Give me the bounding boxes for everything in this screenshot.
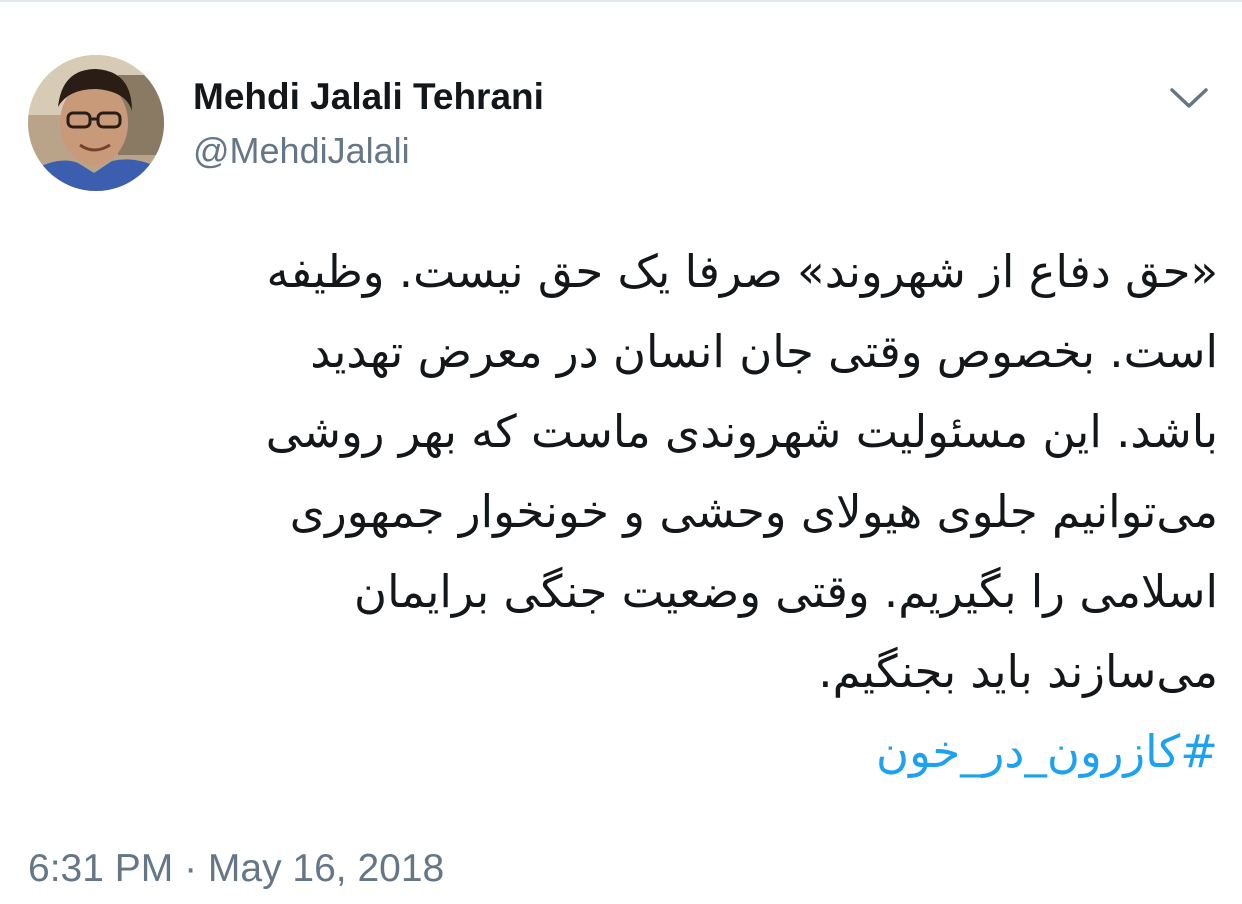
- hashtag-link[interactable]: #کازرون_در_خون: [40, 712, 1218, 792]
- user-handle[interactable]: @MehdiJalali: [193, 128, 410, 174]
- tweet-header: Mehdi Jalali Tehrani @MehdiJalali: [0, 0, 1242, 210]
- tweet-text: «حق دفاع از شهروند» صرفا یک حق نیست. وظی…: [40, 232, 1218, 792]
- tweet-text-line: اسلامی را بگیریم. وقتی وضعیت جنگی برایما…: [354, 565, 1218, 618]
- tweet-menu-button[interactable]: [1166, 78, 1212, 116]
- tweet-text-line: می‌سازند باید بجنگیم.: [818, 645, 1218, 698]
- tweet-text-line: «حق دفاع از شهروند» صرفا یک حق نیست. وظی…: [266, 245, 1218, 298]
- tweet-text-line: باشد. این مسئولیت شهروندی ماست که بهر رو…: [265, 405, 1218, 458]
- tweet-timestamp[interactable]: 6:31 PM · May 16, 2018: [28, 846, 444, 892]
- tweet-text-line: است. بخصوص وقتی جان انسان در معرض تهدید: [310, 325, 1218, 378]
- tweet-text-line: می‌توانیم جلوی هیولای وحشی و خونخوار جمه…: [289, 485, 1218, 538]
- display-name[interactable]: Mehdi Jalali Tehrani: [193, 74, 544, 120]
- avatar[interactable]: [28, 55, 164, 191]
- profile-photo-icon: [28, 55, 164, 191]
- chevron-down-icon: [1170, 88, 1208, 108]
